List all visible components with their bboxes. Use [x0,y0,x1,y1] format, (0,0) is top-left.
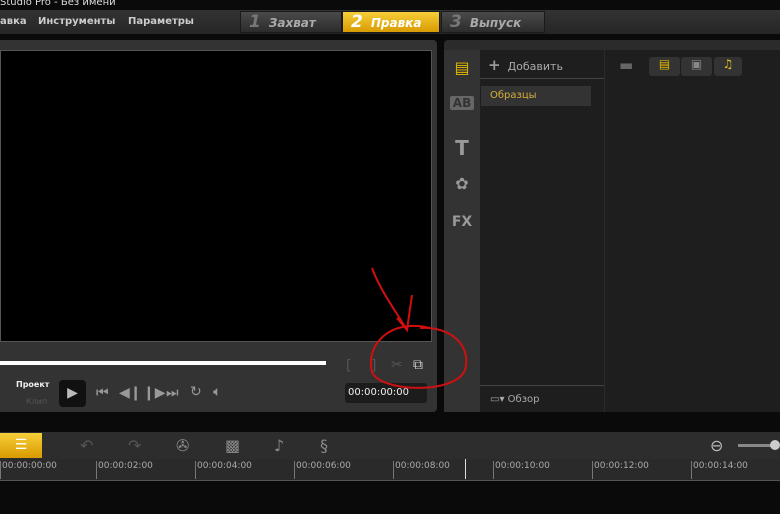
red-annotation [369,267,468,389]
